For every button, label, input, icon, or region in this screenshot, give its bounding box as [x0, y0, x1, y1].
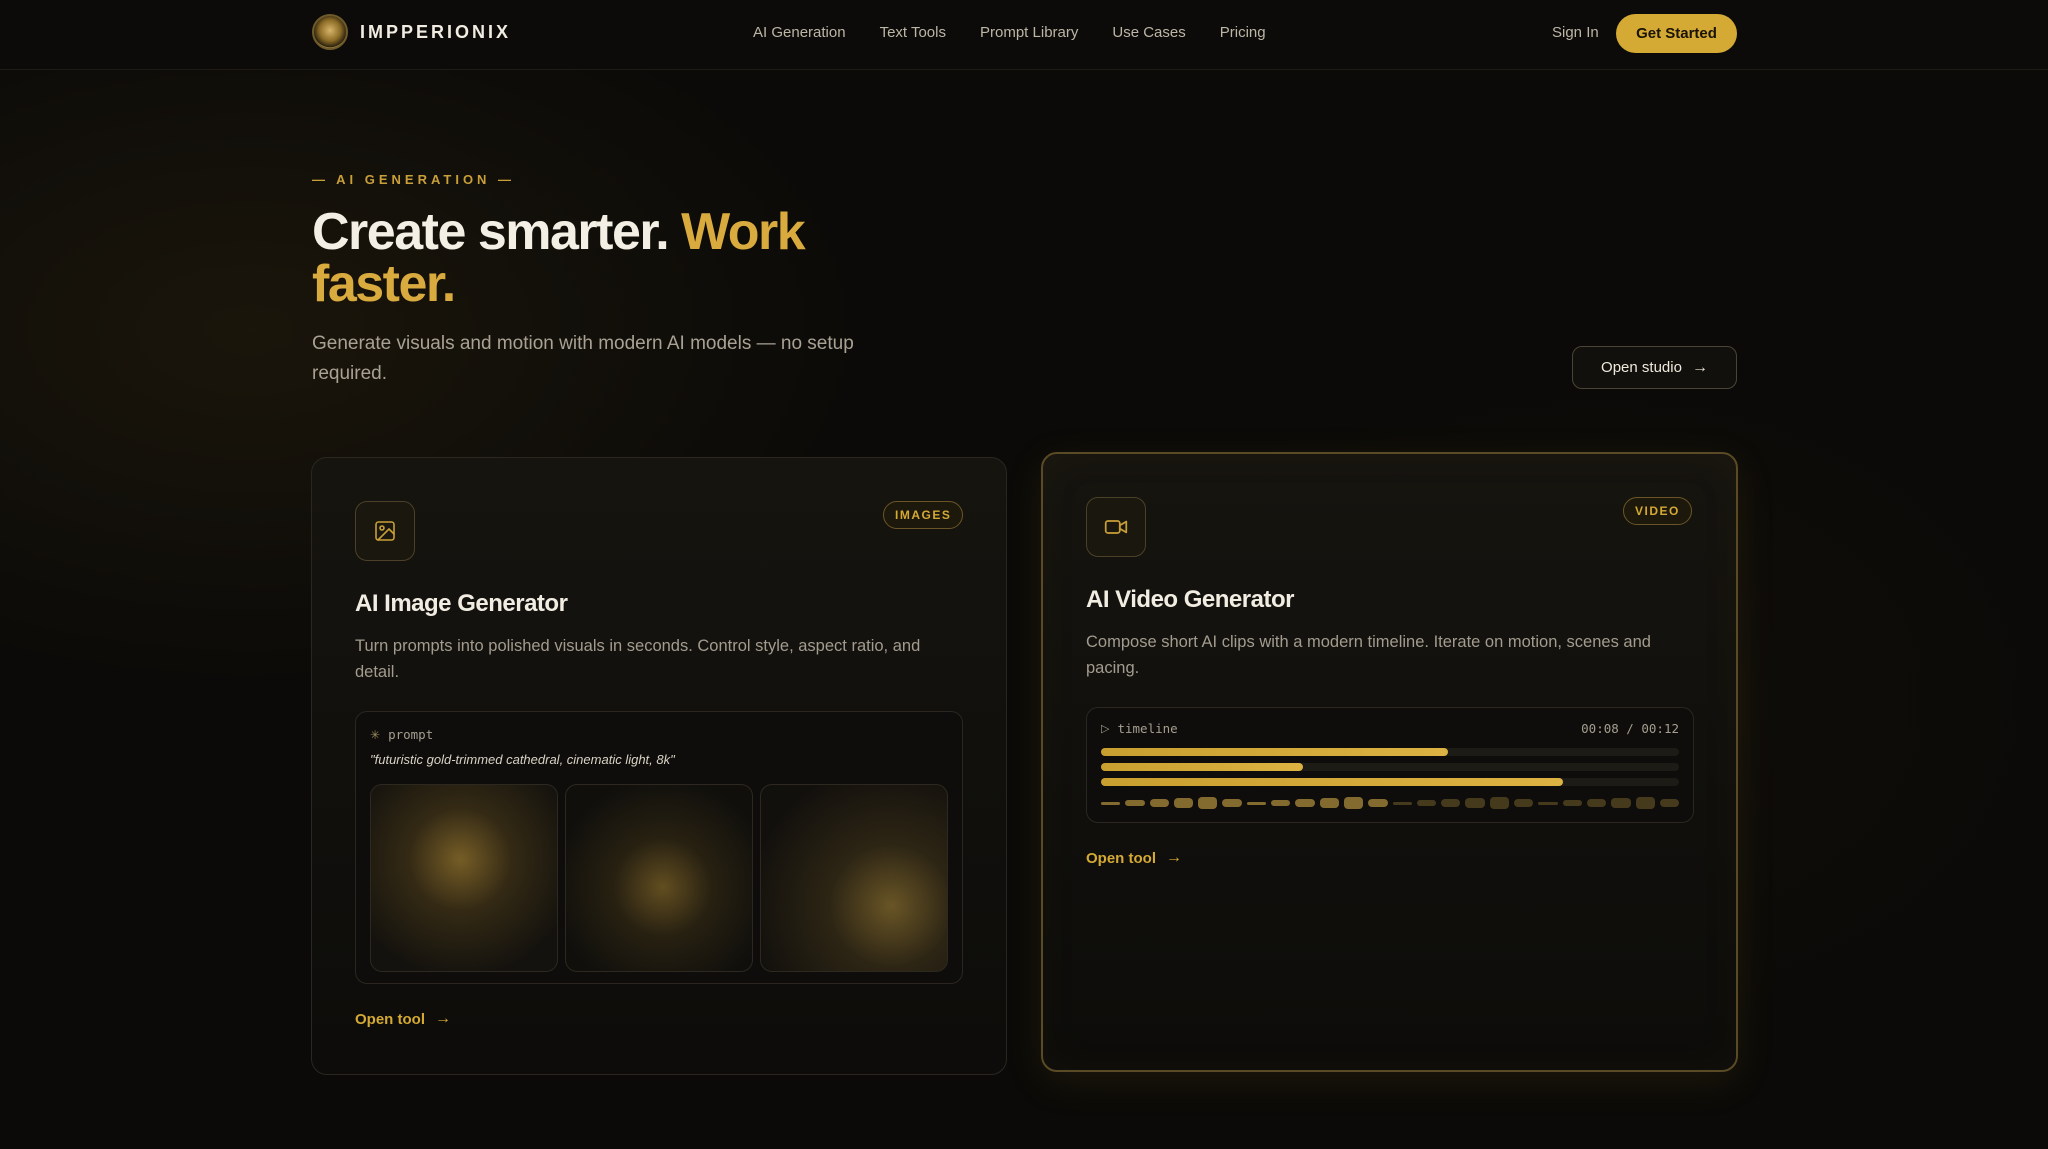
headline-white: Create smarter.: [312, 203, 670, 261]
generated-image-thumbnail[interactable]: [370, 784, 558, 972]
timeline-track[interactable]: [1101, 763, 1679, 771]
waveform-segment: [1465, 798, 1485, 808]
generated-image-thumbnail[interactable]: [565, 784, 753, 972]
video-card-title: AI Video Generator: [1086, 586, 1294, 613]
waveform-segment: [1125, 800, 1145, 806]
waveform-segment: [1611, 798, 1631, 808]
waveform-segment: [1295, 799, 1315, 807]
top-navbar: IMPPERIONIX AI Generation Text Tools Pro…: [0, 0, 2048, 70]
prompt-label: prompt: [388, 727, 434, 742]
waveform-segment: [1538, 801, 1558, 805]
waveform-segment: [1489, 797, 1510, 809]
nav-link-prompt-library[interactable]: Prompt Library: [980, 24, 1078, 41]
section-eyebrow: — AI GENERATION —: [312, 172, 516, 187]
video-generator-card[interactable]: VIDEO AI Video Generator Compose short A…: [1041, 452, 1738, 1072]
waveform-segment: [1222, 799, 1242, 807]
brand-logo-icon: [312, 14, 348, 50]
nav-links: AI Generation Text Tools Prompt Library …: [753, 24, 1266, 41]
waveform-segment: [1635, 797, 1655, 809]
generated-image-thumbnail[interactable]: [760, 784, 948, 972]
brand[interactable]: IMPPERIONIX: [312, 14, 511, 50]
prompt-text: "futuristic gold-trimmed cathedral, cine…: [370, 752, 675, 767]
nav-link-use-cases[interactable]: Use Cases: [1112, 24, 1185, 41]
waveform-segment: [1101, 801, 1121, 805]
waveform-segment: [1514, 799, 1534, 807]
sign-in-link[interactable]: Sign In: [1552, 24, 1599, 41]
nav-link-pricing[interactable]: Pricing: [1220, 24, 1266, 41]
brand-name: IMPPERIONIX: [360, 21, 512, 42]
open-studio-button[interactable]: Open studio →: [1572, 346, 1737, 389]
waveform-segment: [1271, 800, 1291, 806]
play-icon[interactable]: ▷: [1101, 722, 1109, 735]
images-badge: IMAGES: [883, 501, 964, 529]
prompt-preview-panel: ✳ prompt "futuristic gold-trimmed cathed…: [355, 711, 963, 984]
video-camera-icon: [1086, 497, 1146, 557]
waveform-segment: [1441, 799, 1461, 807]
sparkle-icon: ✳: [370, 727, 381, 742]
timeline-label: timeline: [1117, 721, 1178, 736]
open-tool-label: Open tool: [355, 1010, 425, 1028]
prompt-header: ✳ prompt: [370, 727, 433, 742]
hero-headline: Create smarter. Work faster.: [312, 206, 872, 310]
timeline-preview-panel: ▷ timeline 00:08 / 00:12: [1086, 707, 1694, 823]
open-video-tool-link[interactable]: Open tool →: [1086, 849, 1182, 867]
track-fill: [1101, 748, 1448, 756]
waveform-segment: [1319, 798, 1339, 808]
video-card-description: Compose short AI clips with a modern tim…: [1086, 633, 1651, 677]
audio-waveform: [1101, 796, 1680, 810]
timeline-track[interactable]: [1101, 748, 1679, 756]
waveform-segment: [1246, 801, 1267, 805]
image-card-title: AI Image Generator: [355, 590, 568, 617]
get-started-button[interactable]: Get Started: [1616, 14, 1737, 53]
arrow-right-icon: →: [1166, 849, 1182, 866]
track-fill: [1101, 778, 1564, 786]
open-image-tool-link[interactable]: Open tool →: [355, 1010, 451, 1028]
video-badge: VIDEO: [1623, 497, 1692, 525]
image-card-description: Turn prompts into polished visuals in se…: [355, 637, 921, 681]
timeline-header: ▷ timeline: [1101, 721, 1178, 736]
waveform-segment: [1416, 800, 1437, 806]
waveform-segment: [1586, 799, 1607, 807]
arrow-right-icon: →: [1691, 358, 1708, 376]
waveform-segment: [1392, 801, 1412, 805]
timeline-time: 00:08 / 00:12: [1581, 721, 1679, 736]
image-generator-card[interactable]: IMAGES AI Image Generator Turn prompts i…: [311, 457, 1007, 1075]
timeline-track[interactable]: [1101, 778, 1679, 786]
waveform-segment: [1368, 799, 1388, 807]
open-studio-label: Open studio: [1601, 359, 1682, 376]
hero-subtitle: Generate visuals and motion with modern …: [312, 333, 854, 384]
waveform-segment: [1149, 799, 1169, 807]
nav-link-ai-generation[interactable]: AI Generation: [753, 24, 846, 41]
open-tool-label: Open tool: [1086, 849, 1156, 867]
image-icon: [355, 501, 415, 561]
waveform-segment: [1659, 799, 1680, 807]
waveform-segment: [1173, 798, 1194, 808]
nav-link-text-tools[interactable]: Text Tools: [880, 24, 946, 41]
waveform-segment: [1198, 797, 1218, 809]
track-fill: [1101, 763, 1304, 771]
waveform-segment: [1562, 800, 1582, 806]
arrow-right-icon: →: [435, 1010, 451, 1027]
waveform-segment: [1343, 797, 1364, 809]
